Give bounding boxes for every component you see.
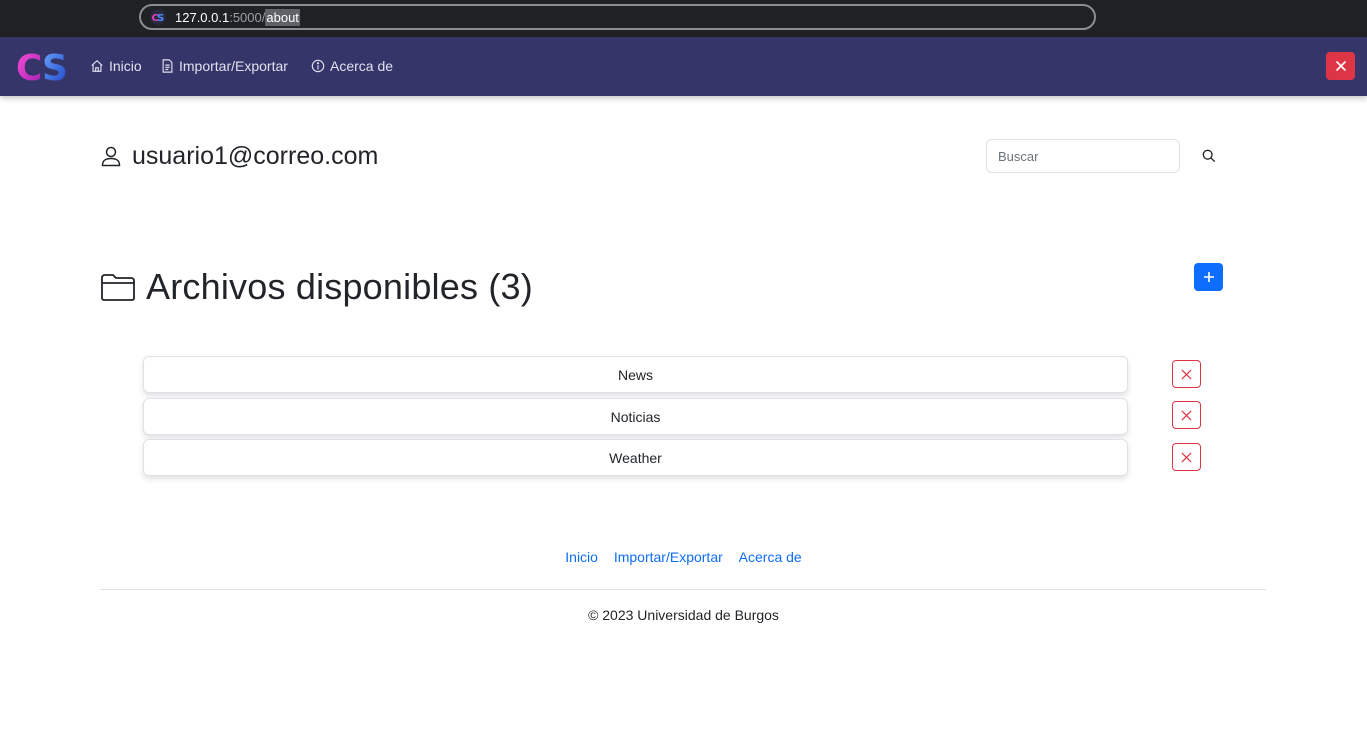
delete-file-button[interactable]: [1172, 360, 1201, 388]
footer-nav: Inicio Importar/Exportar Acerca de: [0, 549, 1367, 565]
close-icon: [1335, 60, 1346, 72]
user-header: usuario1@correo.com: [100, 140, 378, 172]
close-icon: [1181, 451, 1192, 463]
search-icon: [1202, 149, 1216, 163]
file-icon: [162, 59, 173, 73]
file-item-news[interactable]: News: [143, 356, 1128, 393]
address-text: 127.0.0.1:5000/about: [175, 8, 300, 26]
plus-icon: [1203, 272, 1214, 282]
footer-link-inicio[interactable]: Inicio: [565, 549, 598, 565]
svg-text:C: C: [16, 49, 42, 85]
svg-text:S: S: [42, 49, 68, 85]
person-icon: [101, 146, 121, 167]
close-button[interactable]: [1326, 52, 1355, 80]
file-name: Weather: [609, 449, 662, 466]
app-navbar: C S Inicio Importar/Exportar Acerca de: [0, 37, 1367, 96]
nav-link-label: Inicio: [109, 58, 142, 74]
nav-link-inicio[interactable]: Inicio: [90, 57, 142, 75]
file-name: News: [617, 366, 653, 383]
info-icon: [311, 59, 325, 73]
folder-icon: [101, 274, 135, 301]
footer-divider: [100, 589, 1266, 590]
file-name: Noticias: [610, 408, 661, 425]
footer-link-acerca-de[interactable]: Acerca de: [739, 549, 802, 565]
search-input[interactable]: [986, 139, 1180, 173]
nav-link-acerca-de[interactable]: Acerca de: [311, 57, 393, 75]
user-email: usuario1@correo.com: [132, 141, 379, 170]
site-favicon-icon: C S: [150, 9, 166, 25]
close-icon: [1181, 409, 1192, 421]
page-title: Archivos disponibles (3): [146, 266, 533, 307]
delete-file-button[interactable]: [1172, 401, 1201, 429]
home-icon: [91, 59, 103, 72]
file-item-weather[interactable]: Weather: [143, 439, 1128, 476]
nav-link-importar-exportar[interactable]: Importar/Exportar: [161, 57, 288, 75]
copyright-text: © 2023 Universidad de Burgos: [588, 607, 779, 623]
app-logo[interactable]: C S: [16, 48, 78, 89]
address-bar[interactable]: C S 127.0.0.1:5000/about: [139, 4, 1096, 30]
footer-link-importar-exportar[interactable]: Importar/Exportar: [614, 549, 723, 565]
nav-link-label: Importar/Exportar: [179, 58, 288, 74]
files-heading: Archivos disponibles (3): [100, 264, 533, 310]
delete-file-button[interactable]: [1172, 443, 1201, 471]
browser-toolbar: C S 127.0.0.1:5000/about: [0, 0, 1367, 37]
nav-link-label: Acerca de: [330, 58, 394, 74]
close-icon: [1181, 368, 1192, 380]
search-button[interactable]: [1198, 146, 1220, 166]
add-file-button[interactable]: [1194, 263, 1223, 291]
svg-text:S: S: [157, 13, 164, 24]
file-item-noticias[interactable]: Noticias: [143, 398, 1128, 435]
